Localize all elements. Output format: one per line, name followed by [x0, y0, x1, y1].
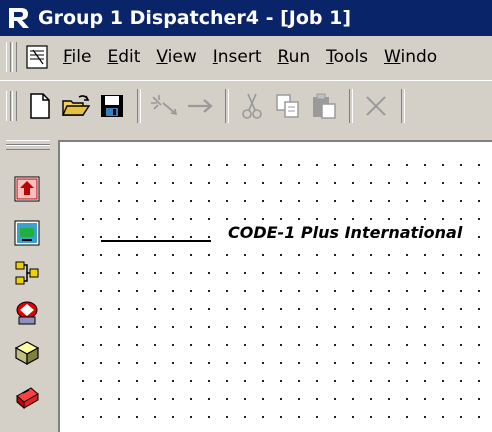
menu-insert-rest: nsert	[217, 47, 262, 67]
window-title: Group 1 Dispatcher4 - [Job 1]	[38, 7, 351, 29]
menu-edit-rest: dit	[118, 47, 141, 67]
menu-file[interactable]: File	[55, 47, 99, 67]
menu-run[interactable]: Run	[270, 47, 319, 67]
save-button[interactable]	[95, 89, 129, 123]
input-tool-icon[interactable]	[14, 176, 40, 202]
process-tool-icon[interactable]	[14, 300, 40, 326]
toolbar-grip[interactable]	[6, 91, 11, 121]
job-canvas[interactable]: CODE-1 Plus International	[66, 148, 492, 432]
job-canvas-frame: CODE-1 Plus International	[58, 140, 492, 432]
paste-icon	[313, 93, 336, 119]
delete-button[interactable]	[359, 89, 393, 123]
app-logo-icon	[6, 5, 32, 31]
menu-run-accel: R	[277, 47, 289, 67]
toolbar	[0, 80, 492, 131]
menu-view-accel: V	[156, 47, 168, 67]
new-icon	[30, 93, 50, 119]
node-label[interactable]: CODE-1 Plus International	[226, 223, 465, 242]
menubar-grip[interactable]	[12, 42, 17, 72]
open-button[interactable]	[59, 89, 93, 123]
toolbox-icon[interactable]	[14, 384, 40, 410]
new-button[interactable]	[23, 89, 57, 123]
tool-palette	[0, 132, 56, 430]
menu-tools-accel: T	[326, 47, 334, 67]
menu-window-rest: indo	[400, 47, 438, 67]
menu-tools[interactable]: Tools	[318, 47, 376, 67]
menu-file-accel: F	[63, 47, 72, 67]
connect-wizard-icon	[151, 95, 178, 116]
toolbar-separator	[349, 89, 353, 123]
paste-button[interactable]	[307, 89, 341, 123]
menu-edit[interactable]: Edit	[99, 47, 148, 67]
menu-tools-rest: ools	[333, 47, 369, 67]
save-icon	[101, 95, 123, 117]
output-tool-icon[interactable]	[14, 220, 40, 246]
menu-bar: File Edit View Insert Run Tools Windo	[0, 38, 492, 76]
toolbar-grip[interactable]	[12, 91, 17, 121]
connector-line[interactable]	[101, 240, 211, 242]
menu-window[interactable]: Windo	[376, 47, 445, 67]
database-tool-icon[interactable]	[14, 340, 40, 366]
menubar-grip[interactable]	[6, 42, 11, 72]
menu-run-rest: un	[288, 47, 311, 67]
menu-window-accel: W	[384, 47, 401, 67]
title-bar[interactable]: Group 1 Dispatcher4 - [Job 1]	[0, 0, 492, 36]
route-tool-icon[interactable]	[14, 260, 40, 286]
toolbar-separator	[401, 89, 405, 123]
connect-wizard-button[interactable]	[147, 89, 181, 123]
arrow-button[interactable]	[183, 89, 217, 123]
menu-view-rest: iew	[167, 47, 197, 67]
menu-file-rest: ile	[71, 47, 92, 67]
arrow-icon	[188, 99, 213, 113]
open-icon	[61, 95, 91, 116]
copy-icon	[276, 94, 299, 118]
menu-insert[interactable]: Insert	[205, 47, 270, 67]
cut-button[interactable]	[235, 89, 269, 123]
toolbar-separator	[137, 89, 141, 123]
menu-edit-accel: E	[107, 47, 119, 67]
toolbar-separator	[225, 89, 229, 123]
document-menu-icon[interactable]	[25, 44, 49, 70]
palette-grip[interactable]	[6, 145, 50, 150]
copy-button[interactable]	[271, 89, 305, 123]
delete-icon	[366, 96, 386, 116]
menu-view[interactable]: View	[148, 47, 204, 67]
cut-icon	[242, 93, 262, 119]
